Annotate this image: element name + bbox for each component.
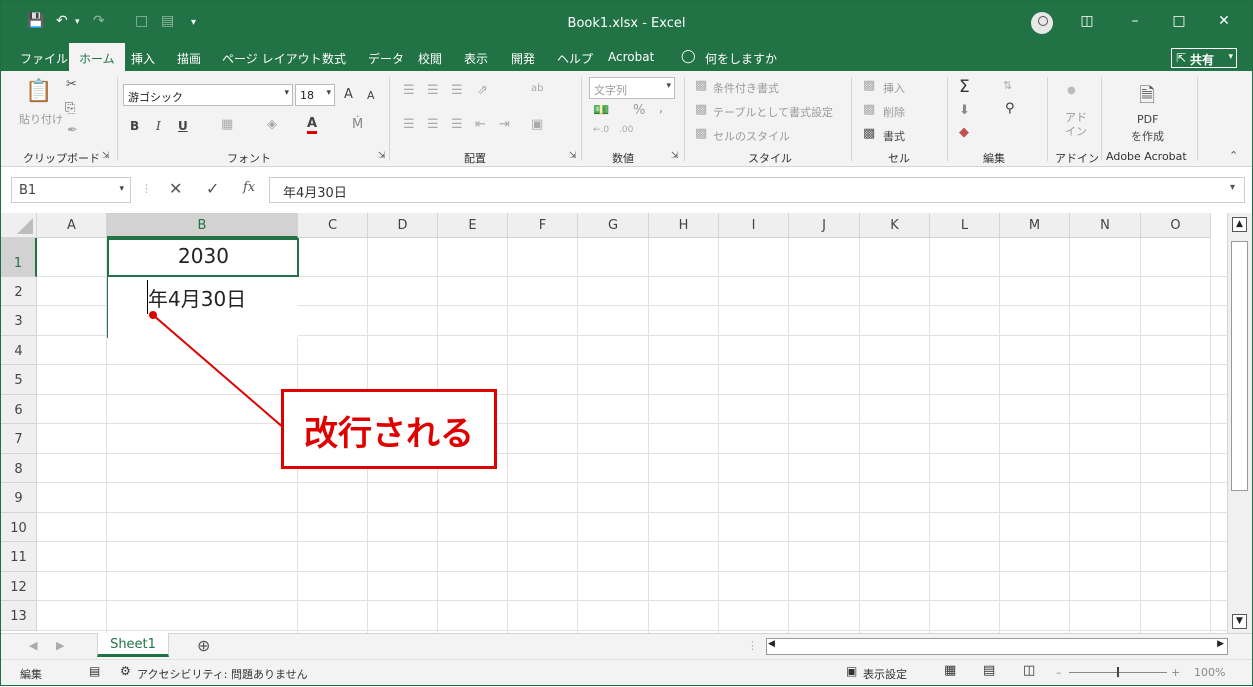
annotation-arrow	[149, 311, 286, 430]
cell-mode-indicator: 編集	[20, 668, 42, 681]
page-layout-view-icon[interactable]: ▤	[983, 663, 995, 678]
scroll-right-icon[interactable]: ▶	[1217, 639, 1224, 649]
normal-view-icon[interactable]: ▦	[944, 663, 956, 678]
horizontal-scrollbar[interactable]: ◀ ▶	[766, 638, 1228, 655]
next-sheet-icon[interactable]: ▶	[56, 639, 64, 652]
sheet-tab-sheet1[interactable]: Sheet1	[97, 633, 169, 657]
zoom-out-button[interactable]: –	[1056, 666, 1062, 679]
sheet-tabs-bar: ◀ ▶ Sheet1 ⊕ ⋮ ◀ ▶	[1, 633, 1252, 659]
accessibility-icon[interactable]: ⚙	[120, 664, 131, 678]
accessibility-status[interactable]: アクセシビリティ: 問題ありません	[137, 666, 308, 682]
display-settings-button[interactable]: 表示設定	[863, 666, 907, 682]
page-break-view-icon[interactable]: ◫	[1023, 663, 1035, 678]
macro-record-icon[interactable]: ▤	[89, 664, 100, 678]
zoom-slider-thumb[interactable]	[1117, 667, 1119, 677]
display-settings-icon[interactable]: ▣	[846, 664, 857, 678]
status-bar: 編集 ▤ ⚙ アクセシビリティ: 問題ありません ▣ 表示設定 ▦ ▤ ◫ – …	[1, 659, 1252, 685]
scrollbar-split-icon: ⋮	[747, 639, 758, 652]
prev-sheet-icon[interactable]: ◀	[29, 639, 37, 652]
excel-window: 💾 ↶ ▾ ↷ □ ▤ ▾ Book1.xlsx - Excel ◫ – □ ✕…	[0, 0, 1253, 686]
scroll-left-icon[interactable]: ◀	[768, 639, 775, 649]
new-sheet-button[interactable]: ⊕	[197, 636, 210, 655]
zoom-in-button[interactable]: +	[1171, 666, 1180, 679]
zoom-level[interactable]: 100%	[1194, 666, 1225, 679]
annotation-callout: 改行される	[281, 389, 497, 469]
